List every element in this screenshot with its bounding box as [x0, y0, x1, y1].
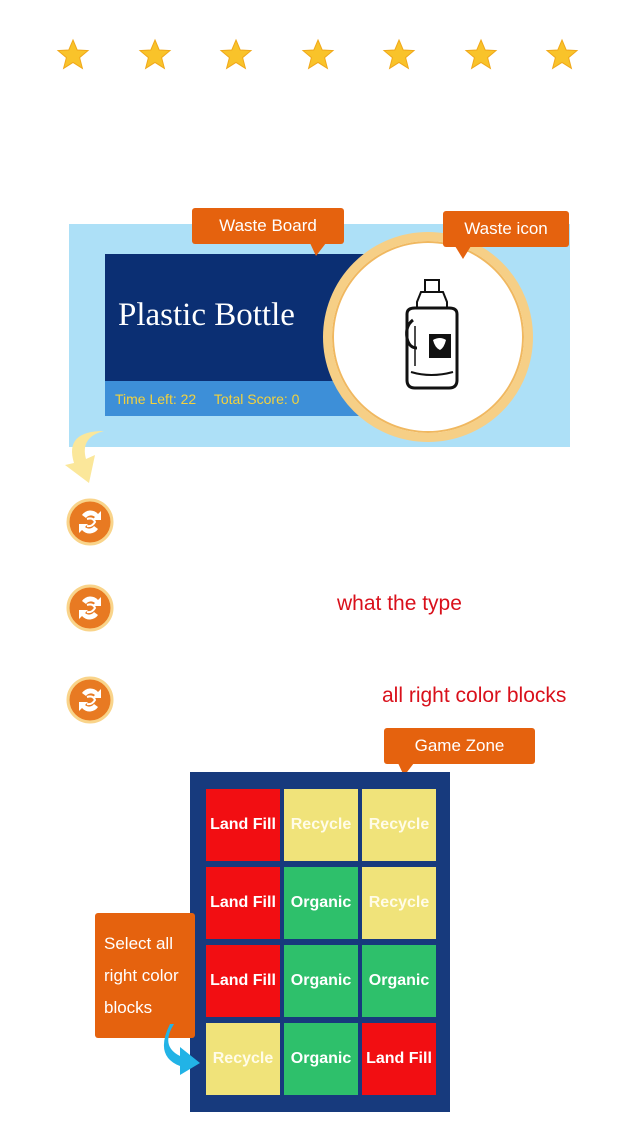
- color-block-organic[interactable]: Organic: [284, 867, 358, 939]
- recycle-icon: [66, 584, 114, 632]
- recycle-step-button[interactable]: [66, 584, 114, 632]
- waste-icon-circle: [323, 232, 533, 442]
- star-icon: [138, 38, 172, 72]
- waste-icon-callout-label: Waste icon: [464, 219, 548, 238]
- color-block-organic[interactable]: Organic: [284, 945, 358, 1017]
- total-score: Total Score: 0: [213, 391, 300, 407]
- star-icon: [382, 38, 416, 72]
- color-block-recycle[interactable]: Recycle: [284, 789, 358, 861]
- plastic-bottle-icon: [405, 279, 459, 390]
- color-block-recycle[interactable]: Recycle: [362, 789, 436, 861]
- color-block-landfill[interactable]: Land Fill: [206, 945, 280, 1017]
- recycle-icon: [66, 498, 114, 546]
- color-block-organic[interactable]: Organic: [284, 1023, 358, 1095]
- arrow-right-icon: [163, 1024, 200, 1075]
- star-rating: [0, 38, 640, 82]
- color-block-organic[interactable]: Organic: [362, 945, 436, 1017]
- color-block-landfill[interactable]: Land Fill: [206, 789, 280, 861]
- step-text: all right color blocks: [382, 684, 567, 707]
- select-instruction-line: right color: [104, 966, 179, 985]
- game-zone-callout: Game Zone: [384, 728, 535, 776]
- recycle-step-button[interactable]: [66, 498, 114, 546]
- waste-board-callout-label: Waste Board: [219, 216, 317, 235]
- step-text: what the type: [337, 592, 462, 615]
- star-icon: [56, 38, 90, 72]
- star-icon: [301, 38, 335, 72]
- color-block-recycle[interactable]: Recycle: [362, 867, 436, 939]
- color-block-landfill[interactable]: Land Fill: [206, 867, 280, 939]
- recycle-icon: [66, 676, 114, 724]
- board-stats: Time Left: 22 Total Score: 0: [115, 391, 313, 407]
- game-zone: Land Fill Recycle Recycle Land Fill Organic R…: [190, 772, 450, 1112]
- color-block-landfill[interactable]: Land Fill: [362, 1023, 436, 1095]
- waste-board-callout: Waste Board: [192, 208, 344, 256]
- recycle-step-button[interactable]: [66, 676, 114, 724]
- star-icon: [219, 38, 253, 72]
- select-instruction-line: Select all: [104, 934, 173, 953]
- arrow-down-icon: [65, 431, 104, 483]
- game-zone-callout-label: Game Zone: [414, 736, 505, 755]
- time-left: Time Left: 22: [115, 391, 197, 407]
- star-icon: [545, 38, 579, 72]
- waste-icon-callout: Waste icon: [443, 211, 569, 259]
- star-icon: [464, 38, 498, 72]
- waste-name: Plastic Bottle: [118, 297, 295, 333]
